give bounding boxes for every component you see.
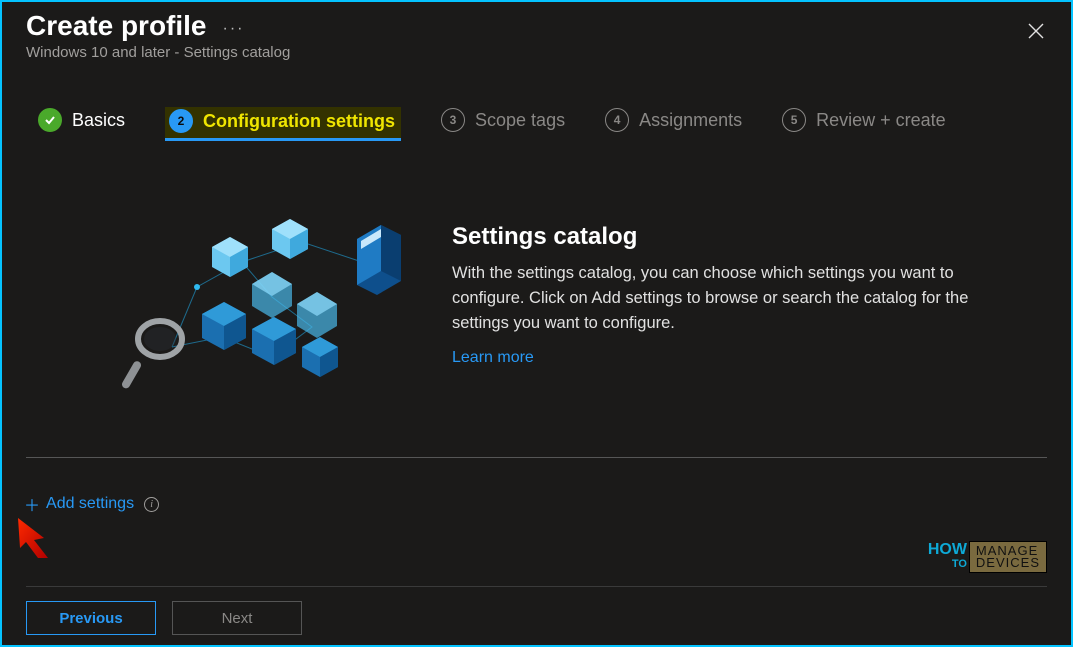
step-label: Scope tags xyxy=(475,110,565,131)
footer-buttons: Previous Next xyxy=(26,586,1047,635)
step-assignments[interactable]: 4 Assignments xyxy=(605,108,742,140)
step-scope-tags[interactable]: 3 Scope tags xyxy=(441,108,565,140)
step-configuration-settings[interactable]: 2 Configuration settings xyxy=(165,107,401,141)
create-profile-pane: Create profile ··· Windows 10 and later … xyxy=(0,0,1073,647)
add-settings-button[interactable]: Add settings xyxy=(46,495,134,513)
watermark-devices: DEVICES xyxy=(976,557,1040,569)
catalog-heading: Settings catalog xyxy=(452,223,1041,251)
add-settings-row: ＋ Add settings i xyxy=(2,458,1071,524)
step-number-badge: 5 xyxy=(782,108,806,132)
watermark-to: TO xyxy=(928,557,967,571)
page-subtitle: Windows 10 and later - Settings catalog xyxy=(26,44,1047,61)
content-area: Settings catalog With the settings catal… xyxy=(2,147,1071,427)
learn-more-link[interactable]: Learn more xyxy=(452,349,534,367)
close-button[interactable] xyxy=(1023,18,1049,44)
wizard-steps: Basics 2 Configuration settings 3 Scope … xyxy=(2,67,1071,147)
check-icon xyxy=(38,108,62,132)
next-button[interactable]: Next xyxy=(172,601,302,635)
step-number-badge: 2 xyxy=(169,109,193,133)
watermark-how: HOW xyxy=(928,541,967,558)
step-review-create[interactable]: 5 Review + create xyxy=(782,108,946,140)
catalog-illustration xyxy=(112,207,412,397)
pane-header: Create profile ··· Windows 10 and later … xyxy=(2,2,1071,67)
previous-button[interactable]: Previous xyxy=(26,601,156,635)
page-title: Create profile xyxy=(26,10,207,42)
step-label: Assignments xyxy=(639,110,742,131)
step-label: Basics xyxy=(72,110,125,131)
watermark: HOW TO MANAGE DEVICES xyxy=(928,541,1047,573)
plus-icon: ＋ xyxy=(24,492,40,516)
more-actions-button[interactable]: ··· xyxy=(223,14,245,38)
close-icon xyxy=(1027,22,1045,40)
step-basics[interactable]: Basics xyxy=(38,108,125,140)
step-number-badge: 4 xyxy=(605,108,629,132)
step-number-badge: 3 xyxy=(441,108,465,132)
catalog-description: With the settings catalog, you can choos… xyxy=(452,261,992,335)
catalog-text: Settings catalog With the settings catal… xyxy=(452,207,1041,367)
step-label: Review + create xyxy=(816,110,946,131)
step-label: Configuration settings xyxy=(203,111,395,132)
info-icon[interactable]: i xyxy=(144,497,159,512)
